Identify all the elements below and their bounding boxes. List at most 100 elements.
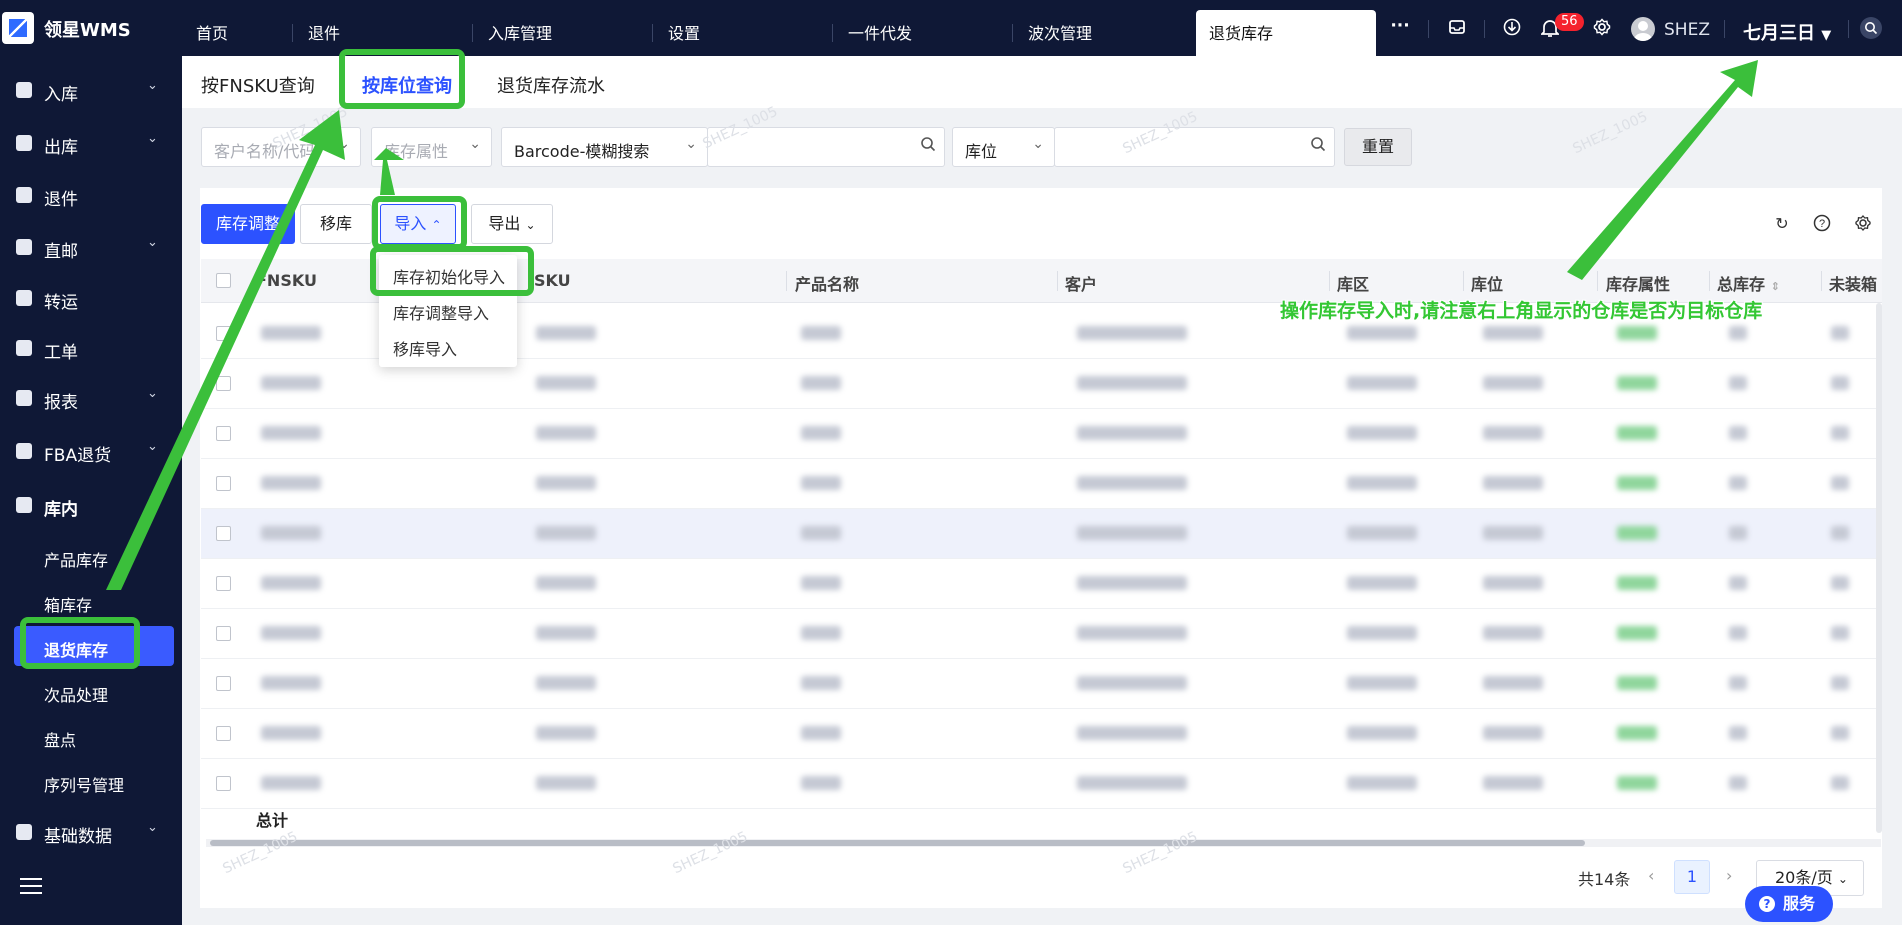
column-settings-icon[interactable]: [1853, 214, 1873, 234]
export-button[interactable]: 导出 ⌄: [471, 204, 553, 244]
stock-attribute-select[interactable]: 库存属性 ⌄: [371, 127, 492, 167]
row-checkbox[interactable]: [216, 476, 231, 491]
barcode-search-type-select[interactable]: Barcode-模糊搜索 ⌄: [501, 127, 708, 167]
blurred-cell: [536, 726, 596, 740]
chevron-down-icon: ⌄: [147, 439, 158, 454]
global-search-icon[interactable]: [1860, 17, 1882, 39]
tab-by-fnsku[interactable]: 按FNSKU查询: [201, 72, 315, 98]
row-checkbox[interactable]: [216, 726, 231, 741]
table-row[interactable]: [201, 559, 1882, 609]
row-checkbox[interactable]: [216, 626, 231, 641]
table-row[interactable]: [201, 459, 1882, 509]
annotation-warehouse-warning: 操作库存导入时,请注意右上角显示的仓库是否为目标仓库: [1280, 300, 1763, 322]
username[interactable]: SHEZ: [1664, 20, 1710, 40]
blurred-cell: [261, 776, 321, 790]
sidebar-item-in-warehouse[interactable]: 库内 ⌃: [0, 485, 182, 525]
import-menu-item-move-location[interactable]: 移库导入: [393, 336, 457, 360]
blurred-cell: [1617, 426, 1657, 440]
inbox-icon[interactable]: [1447, 18, 1467, 38]
table-row[interactable]: [201, 509, 1882, 559]
column-header-location[interactable]: 库位: [1471, 271, 1503, 295]
chevron-right-icon[interactable]: ›: [1726, 866, 1732, 885]
more-tabs-icon[interactable]: ···: [1390, 16, 1410, 36]
warehouse-name: 七月三日: [1743, 23, 1815, 44]
table-total-row: 总计: [201, 797, 1882, 839]
topnav-tab-returns[interactable]: 退件: [292, 0, 340, 56]
collapse-sidebar-icon[interactable]: [20, 878, 42, 896]
row-checkbox[interactable]: [216, 576, 231, 591]
sidebar-item-outbound[interactable]: 出库 ⌄: [0, 123, 182, 163]
topnav-tab-settings[interactable]: 设置: [652, 0, 700, 56]
stock-adjust-button[interactable]: 库存调整: [201, 204, 295, 244]
app-logo-icon[interactable]: [2, 12, 34, 44]
column-header-total-stock[interactable]: 总库存 ⇕: [1717, 271, 1780, 295]
blurred-cell: [1347, 776, 1417, 790]
topnav-tab-return-inventory[interactable]: 退货库存: [1196, 10, 1376, 56]
topnav-tab-wave[interactable]: 波次管理: [1012, 0, 1092, 56]
sidebar-item-base-data[interactable]: 基础数据 ⌄: [0, 812, 182, 852]
location-search-input[interactable]: [1054, 127, 1335, 167]
import-menu-item-stock-adjust[interactable]: 库存调整导入: [393, 300, 489, 324]
sidebar-subitem-label: 箱库存: [44, 596, 93, 615]
sidebar-item-inbound[interactable]: 入库 ⌄: [0, 70, 182, 110]
reset-button[interactable]: 重置: [1344, 128, 1412, 166]
row-checkbox[interactable]: [216, 376, 231, 391]
row-checkbox[interactable]: [216, 776, 231, 791]
row-checkbox[interactable]: [216, 326, 231, 341]
row-checkbox[interactable]: [216, 526, 231, 541]
pagination-current-page[interactable]: 1: [1674, 860, 1710, 894]
sidebar-item-transfer[interactable]: 转运: [0, 278, 182, 318]
customer-service-button[interactable]: 服务: [1745, 886, 1833, 922]
sidebar-subitem-serial-numbers[interactable]: 序列号管理: [0, 761, 182, 801]
sidebar-subitem-product-inventory[interactable]: 产品库存: [0, 536, 182, 576]
chevron-left-icon[interactable]: ‹: [1648, 866, 1654, 885]
horizontal-scrollbar-thumb[interactable]: [210, 840, 1585, 846]
row-checkbox[interactable]: [216, 676, 231, 691]
blurred-cell: [536, 426, 596, 440]
column-header-customer[interactable]: 客户: [1065, 271, 1097, 295]
topnav-tab-home[interactable]: 首页: [196, 0, 228, 56]
select-all-checkbox[interactable]: [216, 273, 231, 288]
sidebar-subitem-stocktake[interactable]: 盘点: [0, 716, 182, 756]
blurred-cell: [1729, 426, 1747, 440]
sidebar-item-work-order[interactable]: 工单: [0, 328, 182, 368]
sidebar-item-direct-mail[interactable]: 直邮 ⌄: [0, 227, 182, 267]
current-warehouse-selector[interactable]: 七月三日 ▼: [1743, 19, 1831, 45]
vertical-scrollbar[interactable]: [1876, 303, 1882, 833]
download-icon[interactable]: [1502, 18, 1522, 38]
topnav-tab-inbound[interactable]: 入库管理: [472, 0, 552, 56]
table-row[interactable]: [201, 409, 1882, 459]
column-header-unboxed[interactable]: 未装箱: [1829, 271, 1877, 295]
table-row[interactable]: [201, 659, 1882, 709]
table-row[interactable]: [201, 709, 1882, 759]
blurred-cell: [1831, 476, 1849, 490]
column-header-stock-attribute[interactable]: 库存属性: [1606, 271, 1670, 295]
blurred-cell: [1077, 776, 1187, 790]
row-checkbox[interactable]: [216, 426, 231, 441]
column-header-zone[interactable]: 库区: [1337, 271, 1369, 295]
column-header-product-name[interactable]: 产品名称: [795, 271, 859, 295]
column-header-fnsku[interactable]: FNSKU: [256, 271, 317, 290]
blurred-cell: [1347, 376, 1417, 390]
table-row[interactable]: [201, 609, 1882, 659]
user-avatar[interactable]: [1631, 17, 1655, 41]
horizontal-scrollbar[interactable]: [206, 839, 1881, 847]
sidebar-item-returns[interactable]: 退件: [0, 175, 182, 215]
sidebar-subitem-box-inventory[interactable]: 箱库存: [0, 581, 182, 621]
search-icon[interactable]: [920, 136, 936, 152]
sidebar-item-reports[interactable]: 报表 ⌄: [0, 378, 182, 418]
move-location-button[interactable]: 移库: [300, 204, 372, 244]
topnav-tab-dropship[interactable]: 一件代发: [832, 0, 912, 56]
help-icon[interactable]: ?: [1812, 214, 1832, 234]
sidebar-subitem-defective[interactable]: 次品处理: [0, 671, 182, 711]
chevron-down-icon: ⌄: [1032, 136, 1044, 152]
blurred-cell: [1729, 526, 1747, 540]
refresh-icon[interactable]: ↻: [1772, 214, 1792, 234]
tab-return-stock-flow[interactable]: 退货库存流水: [497, 72, 605, 98]
blurred-cell: [1729, 376, 1747, 390]
location-search-type-select[interactable]: 库位 ⌄: [952, 127, 1055, 167]
sidebar-item-fba-returns[interactable]: FBA退货 ⌄: [0, 431, 182, 471]
column-header-sku[interactable]: SKU: [534, 271, 571, 290]
settings-gear-icon[interactable]: [1592, 18, 1612, 38]
search-icon[interactable]: [1310, 136, 1326, 152]
